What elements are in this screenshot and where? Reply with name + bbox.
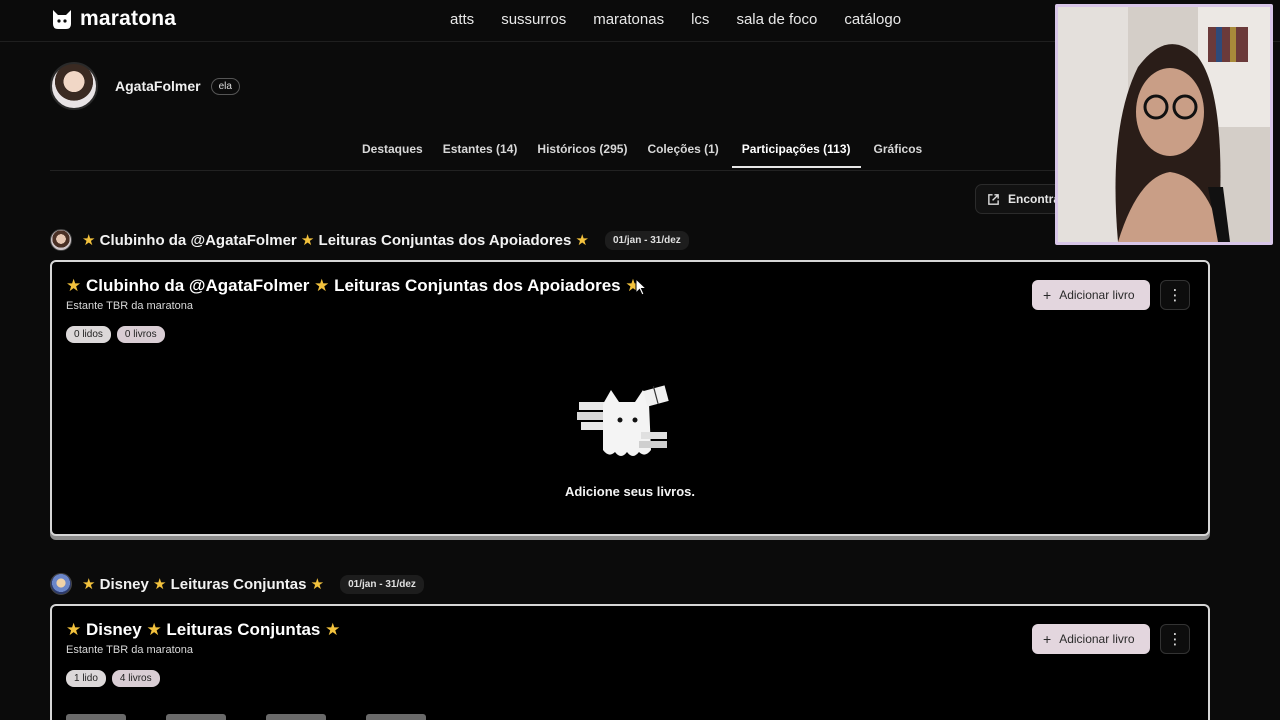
book-count-badge: 4 livros <box>111 670 160 687</box>
plus-icon: + <box>1043 287 1052 303</box>
book-cover[interactable] <box>166 714 226 720</box>
marathon-card: ★ Disney ★ Leituras Conjuntas ★ Estante … <box>50 604 1210 720</box>
section-title[interactable]: ★ Clubinho da @AgataFolmer ★ Leituras Co… <box>82 231 589 249</box>
empty-state-text: Adicione seus livros. <box>564 484 696 499</box>
ghost-cat-books-icon <box>577 385 669 456</box>
star-icon: ★ <box>575 232 589 249</box>
marathon-card: ★ Clubinho da @AgataFolmer ★ Leituras Co… <box>50 260 1210 536</box>
nav-lcs[interactable]: lcs <box>691 11 709 28</box>
count-badges: 0 lidos 0 livros <box>66 326 165 343</box>
profile-username[interactable]: AgataFolmer <box>115 78 201 94</box>
profile-header: AgataFolmer ela <box>50 62 240 110</box>
tab-participacoes[interactable]: Participações (113) <box>731 140 861 168</box>
nav-sussurros[interactable]: sussurros <box>501 11 566 28</box>
count-badges: 1 lido 4 livros <box>66 670 160 687</box>
date-range-badge: 01/jan - 31/dez <box>604 230 689 250</box>
pronoun-badge: ela <box>210 77 240 95</box>
star-icon: ★ <box>66 276 82 295</box>
nav-sala-de-foco[interactable]: sala de foco <box>736 11 817 28</box>
read-count-badge: 1 lido <box>66 670 106 687</box>
book-cover[interactable] <box>366 714 426 720</box>
star-icon: ★ <box>66 620 82 639</box>
brand-name: maratona <box>80 7 177 30</box>
add-book-button[interactable]: + Adicionar livro <box>1032 280 1150 310</box>
star-icon: ★ <box>314 276 330 295</box>
book-count-badge: 0 livros <box>116 326 165 343</box>
webcam-overlay <box>1055 4 1273 245</box>
star-icon: ★ <box>146 620 162 639</box>
add-book-label: Adicionar livro <box>1059 632 1135 646</box>
tab-historicos[interactable]: Históricos (295) <box>527 140 637 168</box>
star-icon: ★ <box>325 620 341 639</box>
webcam-person-image <box>1058 7 1270 242</box>
empty-state: Adicione seus livros. <box>52 380 1208 499</box>
kebab-menu-icon: ⋮ <box>1167 287 1183 304</box>
profile-tabs: Destaques Estantes (14) Históricos (295)… <box>352 140 932 168</box>
avatar[interactable] <box>50 573 72 595</box>
tab-destaques[interactable]: Destaques <box>352 140 433 168</box>
nav-atts[interactable]: atts <box>450 11 474 28</box>
plus-icon: + <box>1043 631 1052 647</box>
external-link-icon <box>988 193 999 205</box>
more-options-button[interactable]: ⋮ <box>1160 624 1190 654</box>
section-header: ★ Disney ★ Leituras Conjuntas ★ 01/jan -… <box>50 573 424 595</box>
tabs-divider <box>50 170 1210 171</box>
nav-maratonas[interactable]: maratonas <box>593 11 664 28</box>
star-icon: ★ <box>82 232 96 249</box>
card-title[interactable]: ★ Disney ★ Leituras Conjuntas ★ <box>66 620 340 640</box>
book-covers <box>66 714 426 720</box>
mouse-cursor-icon <box>635 278 647 296</box>
read-count-badge: 0 lidos <box>66 326 111 343</box>
encontra-label: Encontra <box>1008 192 1061 206</box>
tab-graficos[interactable]: Gráficos <box>864 140 933 168</box>
add-book-button[interactable]: + Adicionar livro <box>1032 624 1150 654</box>
book-cover[interactable] <box>266 714 326 720</box>
main-nav: atts sussurros maratonas lcs sala de foc… <box>450 11 901 28</box>
star-icon: ★ <box>82 576 96 593</box>
more-options-button[interactable]: ⋮ <box>1160 280 1190 310</box>
nav-catalogo[interactable]: catálogo <box>844 11 901 28</box>
date-range-badge: 01/jan - 31/dez <box>340 574 424 594</box>
brand-logo[interactable]: maratona <box>50 7 176 31</box>
star-icon: ★ <box>310 576 325 593</box>
tab-estantes[interactable]: Estantes (14) <box>433 140 528 168</box>
avatar[interactable] <box>50 62 98 110</box>
tab-colecoes[interactable]: Coleções (1) <box>637 140 728 168</box>
section-header: ★ Clubinho da @AgataFolmer ★ Leituras Co… <box>50 229 689 251</box>
kebab-menu-icon: ⋮ <box>1167 631 1183 648</box>
star-icon: ★ <box>300 232 315 249</box>
card-title[interactable]: ★ Clubinho da @AgataFolmer ★ Leituras Co… <box>66 276 641 296</box>
add-book-label: Adicionar livro <box>1059 288 1135 302</box>
cat-logo-icon <box>53 10 71 29</box>
section-title[interactable]: ★ Disney ★ Leituras Conjuntas ★ <box>82 575 324 593</box>
avatar[interactable] <box>50 229 72 251</box>
card-subtitle: Estante TBR da maratona <box>66 644 193 656</box>
star-icon: ★ <box>152 576 167 593</box>
book-cover[interactable] <box>66 714 126 720</box>
card-subtitle: Estante TBR da maratona <box>66 300 193 312</box>
